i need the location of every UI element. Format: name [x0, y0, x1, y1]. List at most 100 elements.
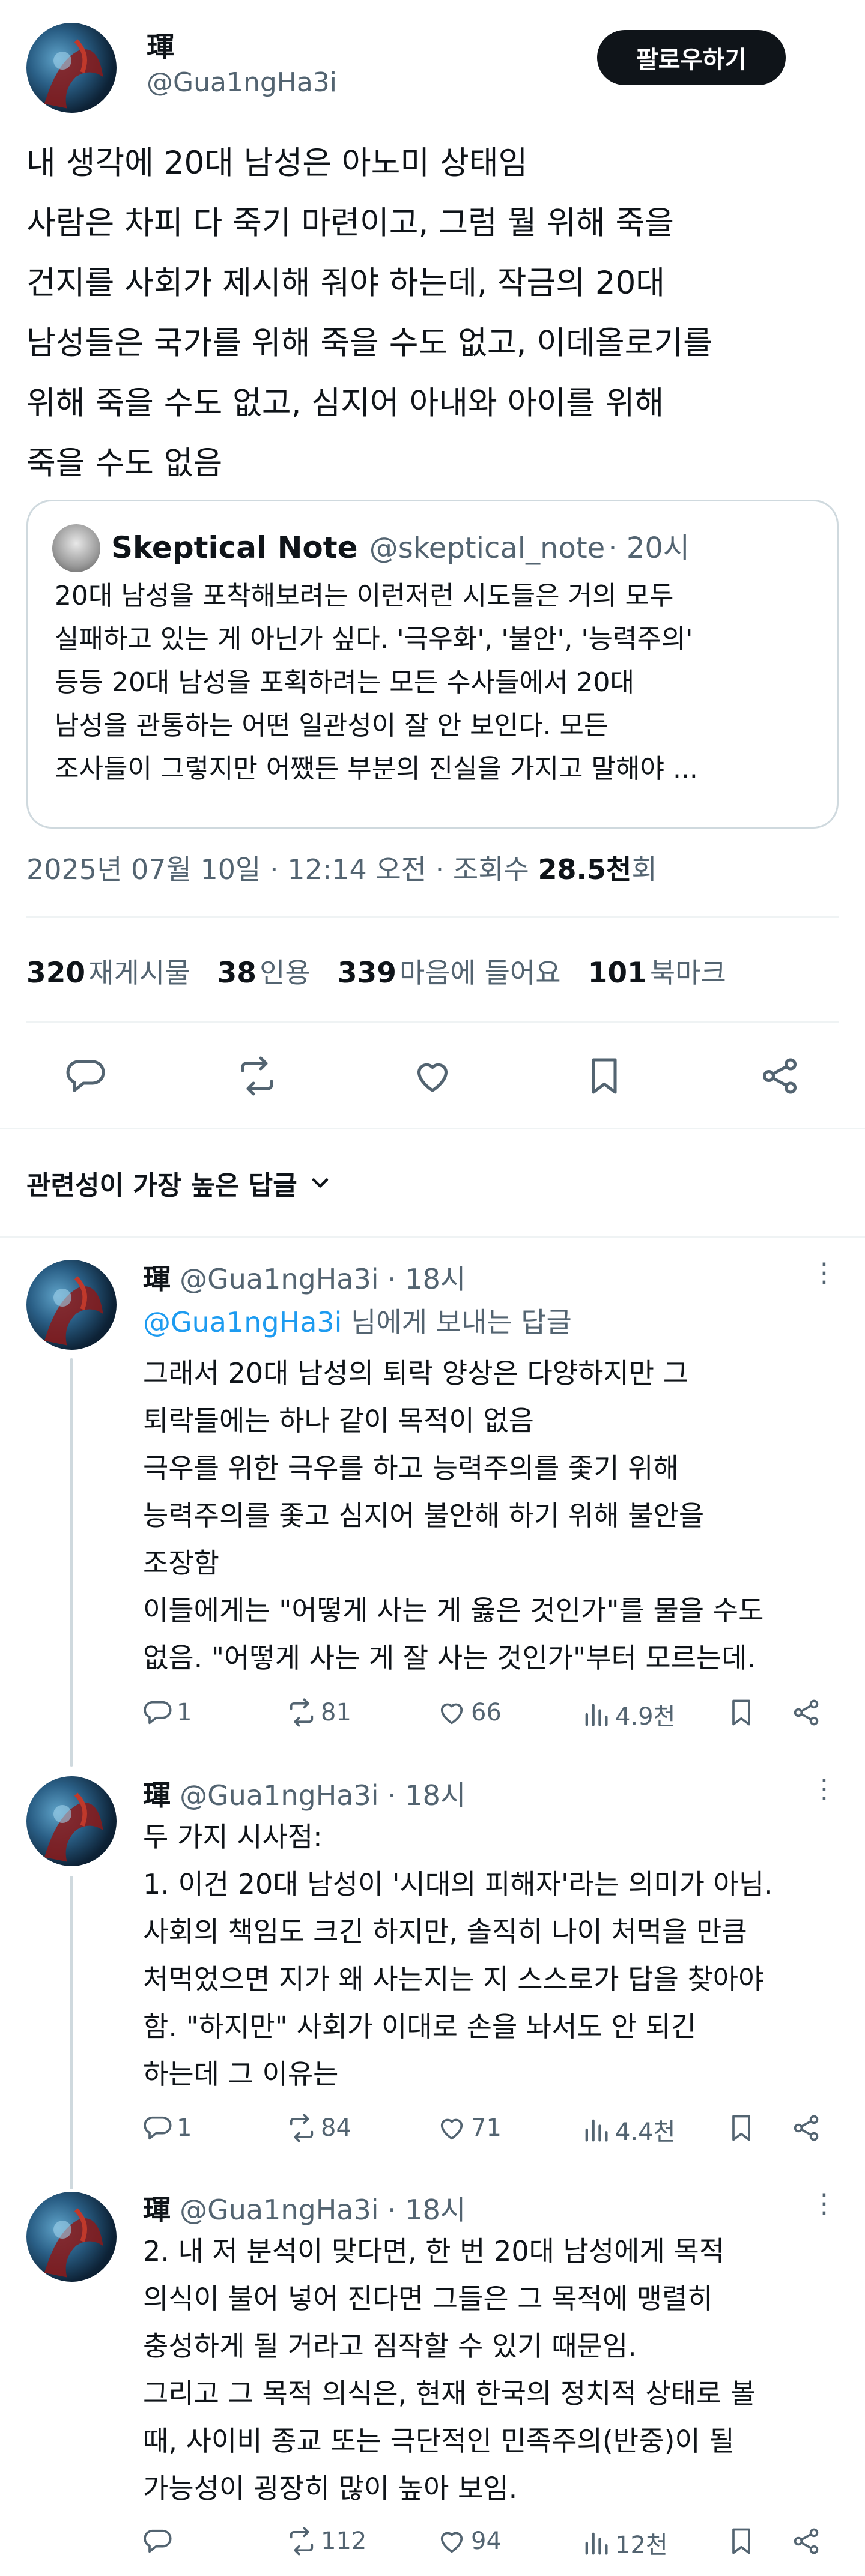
reply-text-line: 극우를 위한 극우를 하고 능력주의를 좇기 위해 — [143, 1452, 679, 1484]
reply-icon[interactable] — [64, 1054, 107, 1098]
reply-share-button[interactable] — [791, 2112, 825, 2144]
divider — [26, 916, 839, 918]
post-text-line: 내 생각에 20대 남성은 아노미 상태임 — [26, 145, 528, 181]
sort-label: 관련성이 가장 높은 답글 — [26, 1170, 297, 1201]
quoted-author-handle: @skeptical_note — [369, 531, 606, 565]
reply-to-line: @Gua1ngHa3i 님에게 보내는 답글 — [143, 1301, 572, 1340]
like-count: 94 — [471, 2527, 502, 2555]
post-timestamp: 2025년 07월 10일 · 12:14 오전 · 조회수 28.5천회 — [26, 848, 657, 887]
heart-icon[interactable] — [411, 1054, 454, 1098]
reply-text-line: 퇴락들에는 하나 같이 목적이 없음 — [143, 1404, 534, 1437]
reply-reply-button[interactable]: 1 — [142, 2112, 192, 2144]
heart-icon — [440, 2118, 463, 2140]
views-icon — [585, 2119, 608, 2142]
share-icon — [794, 2115, 819, 2141]
reply-repost-button[interactable]: 81 — [286, 1697, 351, 1728]
bookmarks-stat[interactable]: 101 북마크 — [588, 957, 726, 990]
like-count: 71 — [471, 2114, 502, 2142]
quotes-stat[interactable]: 38 인용 — [217, 957, 311, 990]
post-text-line: 사람은 차피 다 죽기 마련이고, 그럼 뭘 위해 죽을 — [26, 205, 675, 241]
reply-text-line: 조장함 — [143, 1547, 219, 1579]
reply-like-button[interactable]: 71 — [436, 2112, 502, 2144]
reply-share-button[interactable] — [791, 2526, 825, 2557]
reply-text-line: 하는데 그 이유는 — [143, 2058, 339, 2090]
views-suffix: 회 — [631, 853, 657, 886]
reply-reply-button[interactable]: 1 — [142, 1697, 192, 1728]
chevron-down-icon — [312, 1178, 328, 1188]
reposts-stat[interactable]: 320 재게시물 — [26, 957, 190, 990]
reply-text: 두 가지 시사점: 1. 이건 20대 남성이 '시대의 피해자'라는 의미가 … — [143, 1813, 852, 2098]
reply-reply-button[interactable] — [142, 2526, 177, 2557]
repost-icon — [290, 1698, 314, 1727]
bookmarks-num: 101 — [587, 957, 647, 990]
reply-share-button[interactable] — [791, 1697, 825, 1728]
more-icon[interactable]: ⋮ — [811, 1774, 837, 1804]
reply-author-name[interactable]: 琿 — [143, 1779, 171, 1812]
thread-line — [70, 1876, 73, 2189]
share-icon — [794, 2528, 819, 2554]
reply-like-button[interactable]: 94 — [436, 2526, 502, 2557]
reply-icon — [144, 2116, 172, 2140]
reply-bookmark-button[interactable] — [726, 2526, 760, 2557]
share-icon[interactable] — [758, 1054, 801, 1098]
bookmark-icon — [732, 1699, 750, 1726]
post-text-line: 위해 죽을 수도 없고, 심지어 아내와 아이를 위해 — [26, 385, 664, 422]
reply-avatar[interactable] — [26, 1776, 117, 1866]
quoted-post-header: Skeptical Note @skeptical_note · 20시 — [111, 524, 690, 566]
quoted-text-line: 20대 남성을 포착해보려는 이런저런 시도들은 거의 모두 — [55, 581, 674, 611]
author-handle[interactable]: @Gua1ngHa3i — [147, 67, 337, 98]
reply-actions: 1 84 71 4.4천 — [142, 2112, 833, 2148]
reply-bookmark-button[interactable] — [726, 1697, 760, 1728]
reply-bookmark-button[interactable] — [726, 2112, 760, 2144]
reply-text-line: 그리고 그 목적 의식은, 현재 한국의 정치적 상태로 볼 — [143, 2377, 756, 2410]
quoted-post-card[interactable]: Skeptical Note @skeptical_note · 20시 20대… — [26, 500, 839, 829]
reply-icon — [144, 2529, 172, 2553]
reply-text-line: 가능성이 굉장히 많이 높아 보임. — [143, 2472, 518, 2505]
reply-to-link[interactable]: @Gua1ngHa3i — [143, 1306, 342, 1338]
post-text-line: 건지를 사회가 제시해 줘야 하는데, 작금의 20대 — [26, 265, 666, 301]
timestamp-text: 2025년 07월 10일 · 12:14 오전 · 조회수 — [26, 853, 538, 886]
reply-text: 2. 내 저 분석이 맞다면, 한 번 20대 남성에게 목적 의식이 불어 넣… — [143, 2228, 852, 2512]
reposts-num: 320 — [26, 957, 86, 990]
reply-avatar[interactable] — [26, 2192, 117, 2282]
reply-handle-time[interactable]: @Gua1ngHa3i · 18시 — [180, 1263, 466, 1295]
reply-author-name[interactable]: 琿 — [143, 1263, 171, 1295]
reply-repost-button[interactable]: 84 — [286, 2112, 351, 2144]
quoted-text-line: 조사들이 그렇지만 어쨌든 부분의 진실을 가지고 말해야 ... — [55, 754, 698, 784]
repost-count: 81 — [321, 1699, 351, 1726]
reply-handle-time[interactable]: @Gua1ngHa3i · 18시 — [180, 1779, 466, 1812]
more-icon[interactable]: ⋮ — [811, 1257, 837, 1288]
more-icon[interactable]: ⋮ — [811, 2188, 837, 2219]
reply-text-line: 충성하게 될 거라고 짐작할 수 있기 때문임. — [143, 2330, 637, 2362]
reply-handle-time[interactable]: @Gua1ngHa3i · 18시 — [180, 2194, 466, 2226]
post-text-line: 죽을 수도 없음 — [26, 445, 223, 482]
reply-like-button[interactable]: 66 — [436, 1697, 502, 1728]
reply-views-button[interactable]: 4.4천 — [580, 2112, 675, 2147]
likes-stat[interactable]: 339 마음에 들어요 — [338, 957, 561, 990]
bookmark-icon — [732, 2115, 750, 2141]
reply-to-suffix: 님에게 보내는 답글 — [342, 1306, 572, 1338]
repost-icon — [290, 2527, 314, 2556]
reply-views-button[interactable]: 12천 — [580, 2526, 668, 2560]
reply-author-name[interactable]: 琿 — [143, 2194, 171, 2226]
reply-text-line: 의식이 불어 넣어 진다면 그들은 그 목적에 맹렬히 — [143, 2282, 713, 2315]
thread-line — [70, 1358, 73, 1767]
reply-repost-button[interactable]: 112 — [286, 2526, 366, 2557]
author-avatar[interactable] — [26, 23, 117, 113]
divider — [0, 1236, 865, 1238]
reply-sort-dropdown[interactable]: 관련성이 가장 높은 답글 — [26, 1164, 333, 1202]
views-icon — [585, 2532, 608, 2555]
author-display-name[interactable]: 琿 — [147, 25, 174, 65]
likes-label: 마음에 들어요 — [399, 957, 561, 989]
follow-button[interactable]: 팔로우하기 — [597, 30, 786, 85]
reply-avatar[interactable] — [26, 1260, 117, 1350]
quoted-author-avatar — [52, 524, 100, 572]
reply-views-button[interactable]: 4.9천 — [580, 1697, 675, 1732]
repost-count: 112 — [321, 2527, 367, 2555]
bookmarks-label: 북마크 — [649, 957, 726, 989]
repost-icon — [290, 2114, 314, 2142]
views-icon — [585, 1704, 608, 1726]
views-count: 4.4천 — [615, 2118, 676, 2146]
bookmark-icon[interactable] — [583, 1054, 626, 1098]
repost-icon[interactable] — [235, 1054, 279, 1098]
